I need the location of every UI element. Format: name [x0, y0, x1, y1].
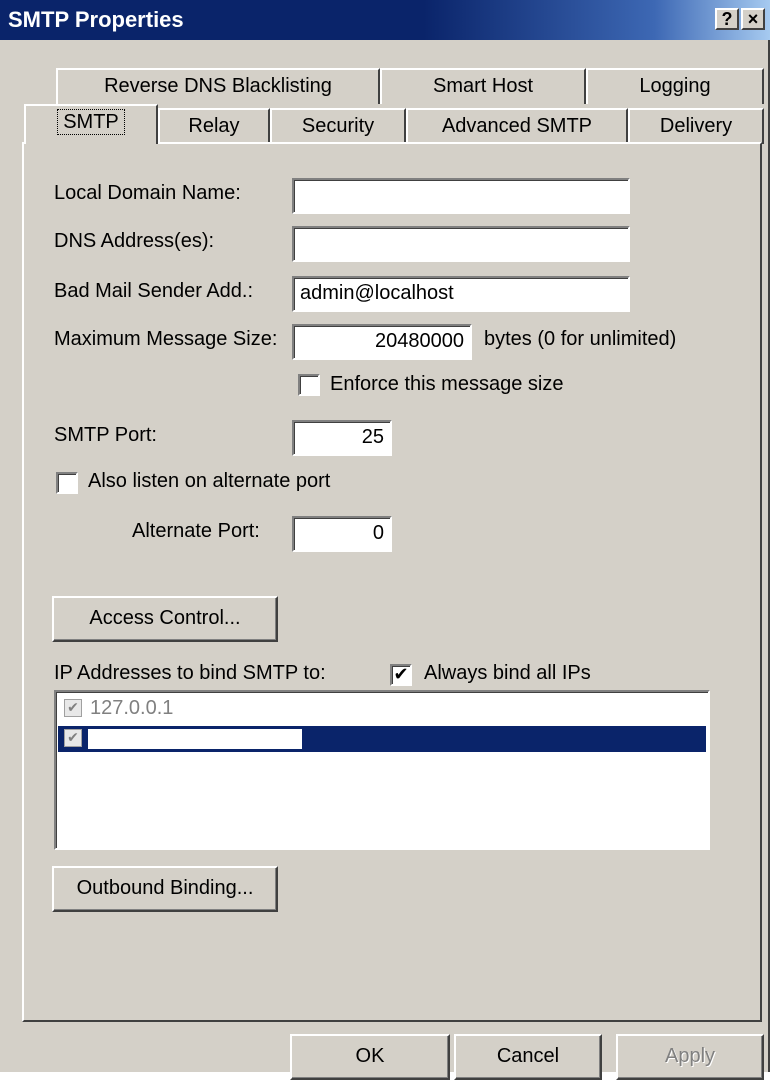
local-domain-input[interactable]	[292, 178, 630, 214]
title-bar[interactable]: SMTP Properties ? ×	[0, 0, 770, 40]
tab-label: Smart Host	[432, 75, 534, 97]
list-checkbox: ✔	[64, 729, 82, 747]
window-title: SMTP Properties	[8, 7, 184, 32]
dns-address-label: DNS Address(es):	[54, 230, 215, 252]
tab-reverse-dns-blacklisting[interactable]: Reverse DNS Blacklisting	[56, 68, 380, 104]
tab-relay[interactable]: Relay	[158, 108, 270, 144]
checkmark-icon: ✔	[393, 664, 409, 684]
alternate-port-listen-label: Also listen on alternate port	[88, 470, 331, 492]
smtp-port-input[interactable]: 25	[292, 420, 392, 456]
alternate-port-input[interactable]: 0	[292, 516, 392, 552]
redacted-ip-block	[88, 729, 302, 749]
tab-delivery[interactable]: Delivery	[628, 108, 764, 144]
tab-security[interactable]: Security	[270, 108, 406, 144]
enforce-size-label: Enforce this message size	[330, 373, 564, 395]
bad-mail-sender-input[interactable]: admin@localhost	[292, 276, 630, 312]
ok-button[interactable]: OK	[290, 1034, 450, 1080]
max-message-size-unit: bytes (0 for unlimited)	[484, 328, 677, 350]
alternate-port-label: Alternate Port:	[132, 520, 260, 542]
dns-address-input[interactable]	[292, 226, 630, 262]
local-domain-label: Local Domain Name:	[54, 182, 241, 204]
tab-smtp[interactable]: SMTP	[24, 104, 158, 144]
tab-logging[interactable]: Logging	[586, 68, 764, 104]
always-bind-label: Always bind all IPs	[424, 662, 591, 684]
cancel-button[interactable]: Cancel	[454, 1034, 602, 1080]
outbound-binding-button[interactable]: Outbound Binding...	[52, 866, 278, 912]
tab-label: Relay	[188, 115, 240, 137]
bad-mail-sender-label: Bad Mail Sender Add.:	[54, 280, 254, 302]
tab-label: Logging	[639, 75, 711, 97]
help-button[interactable]: ?	[715, 8, 739, 30]
apply-button[interactable]: Apply	[616, 1034, 764, 1080]
tab-label: Advanced SMTP	[441, 115, 593, 137]
tab-smart-host[interactable]: Smart Host	[380, 68, 586, 104]
tab-label: Delivery	[659, 115, 733, 137]
smtp-port-label: SMTP Port:	[54, 424, 157, 446]
tab-label: Reverse DNS Blacklisting	[104, 75, 332, 97]
max-message-size-input[interactable]: 20480000	[292, 324, 472, 360]
list-item[interactable]: ✔	[58, 726, 706, 752]
ip-bind-label: IP Addresses to bind SMTP to:	[54, 662, 326, 684]
tab-row-back: Reverse DNS Blacklisting Smart Host Logg…	[0, 68, 770, 104]
tab-label: Security	[301, 115, 375, 137]
list-item[interactable]: ✔ 127.0.0.1	[58, 696, 706, 722]
ip-address-list[interactable]: ✔ 127.0.0.1 ✔	[54, 690, 710, 850]
enforce-size-checkbox[interactable]	[298, 374, 320, 396]
list-checkbox: ✔	[64, 699, 82, 717]
always-bind-checkbox[interactable]: ✔	[390, 664, 412, 686]
access-control-button[interactable]: Access Control...	[52, 596, 278, 642]
list-item-ip: 127.0.0.1	[90, 697, 174, 719]
tab-label: SMTP	[57, 109, 125, 135]
tab-advanced-smtp[interactable]: Advanced SMTP	[406, 108, 628, 144]
alternate-port-checkbox[interactable]	[56, 472, 78, 494]
smtp-properties-dialog: SMTP Properties ? × Reverse DNS Blacklis…	[0, 0, 770, 1080]
tab-row-front: SMTP Relay Security Advanced SMTP Delive…	[0, 104, 770, 144]
close-button[interactable]: ×	[741, 8, 765, 30]
max-message-size-label: Maximum Message Size:	[54, 328, 278, 350]
